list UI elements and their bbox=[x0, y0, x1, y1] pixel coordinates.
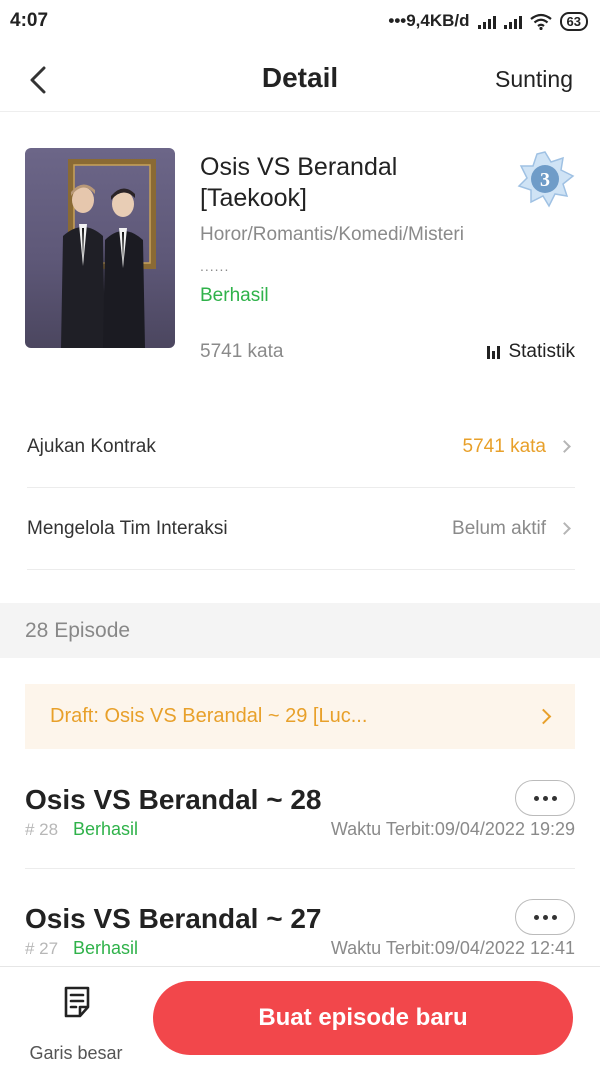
outline-label: Garis besar bbox=[29, 1043, 123, 1063]
edit-button[interactable]: Sunting bbox=[495, 66, 573, 93]
status-time: 4:07 bbox=[10, 10, 49, 31]
chevron-right-icon bbox=[558, 522, 571, 535]
cover-artwork bbox=[61, 159, 156, 348]
battery-indicator: 63 bbox=[559, 11, 588, 31]
word-count: 5741 kata bbox=[200, 341, 284, 362]
bar-chart-icon bbox=[487, 345, 501, 359]
menu-label: Ajukan Kontrak bbox=[27, 435, 156, 457]
wifi-icon bbox=[529, 13, 552, 30]
outline-button[interactable]: Garis besar bbox=[20, 981, 132, 1063]
contract-word-count: 5741 kata bbox=[462, 435, 546, 457]
statistics-link[interactable]: Statistik bbox=[487, 341, 575, 363]
signal-icon-2 bbox=[503, 13, 522, 29]
divider bbox=[25, 868, 575, 869]
menu-value: 5741 kata bbox=[463, 436, 575, 458]
episode-number: # 27 bbox=[25, 939, 59, 958]
bottom-action-bar: Garis besar Buat episode baru bbox=[0, 966, 600, 1067]
menu-label: Mengelola Tim Interaksi bbox=[27, 517, 228, 539]
episode-item[interactable]: Osis VS Berandal ~ 28 # 28 Berhasil Wakt… bbox=[25, 774, 575, 874]
book-title: Osis VS Berandal [Taekook] bbox=[200, 153, 398, 212]
episode-publish-time: Waktu Terbit:09/04/2022 19:29 bbox=[330, 819, 575, 839]
signal-icon bbox=[477, 13, 496, 29]
status-bar: 4:07 •••9,4KB/d 63 bbox=[0, 0, 600, 42]
interaction-team-status: Belum aktif bbox=[452, 517, 546, 539]
episode-number: # 28 bbox=[25, 820, 59, 839]
create-episode-button[interactable]: Buat episode baru bbox=[153, 981, 573, 1055]
episode-count-header: 28 Episode bbox=[0, 603, 600, 658]
draft-banner[interactable]: Draft: Osis VS Berandal ~ 29 [Luc... bbox=[25, 684, 575, 749]
episode-status: Berhasil bbox=[73, 819, 139, 839]
book-genre: Horor/Romantis/Komedi/Misteri bbox=[200, 224, 464, 245]
more-options-button[interactable] bbox=[515, 780, 575, 816]
menu-row-interaction-team[interactable]: Mengelola Tim Interaksi Belum aktif bbox=[27, 488, 575, 570]
badge-star-icon: 3 bbox=[517, 151, 575, 208]
app-header: Detail Sunting bbox=[0, 48, 600, 112]
rank-badge: 3 bbox=[515, 150, 575, 210]
chevron-right-icon bbox=[535, 708, 552, 725]
episode-title: Osis VS Berandal ~ 28 bbox=[25, 784, 322, 815]
book-status: Berhasil bbox=[200, 285, 269, 306]
more-options-button[interactable] bbox=[515, 899, 575, 935]
episode-publish-time: Waktu Terbit:09/04/2022 12:41 bbox=[330, 938, 575, 958]
statistics-label: Statistik bbox=[508, 341, 575, 362]
chevron-right-icon bbox=[558, 440, 571, 453]
draft-title: Draft: Osis VS Berandal ~ 29 [Luc... bbox=[50, 705, 368, 727]
status-indicators: •••9,4KB/d 63 bbox=[388, 11, 588, 31]
episode-status: Berhasil bbox=[73, 938, 139, 958]
outline-document-icon bbox=[64, 986, 90, 1018]
rank-number: 3 bbox=[540, 169, 550, 191]
menu-value: Belum aktif bbox=[452, 518, 575, 540]
episode-title: Osis VS Berandal ~ 27 bbox=[25, 903, 322, 934]
network-speed: •••9,4KB/d bbox=[388, 11, 470, 30]
genre-ellipsis: ...... bbox=[200, 258, 230, 274]
menu-row-contract[interactable]: Ajukan Kontrak 5741 kata bbox=[27, 406, 575, 488]
book-cover[interactable] bbox=[25, 148, 175, 348]
